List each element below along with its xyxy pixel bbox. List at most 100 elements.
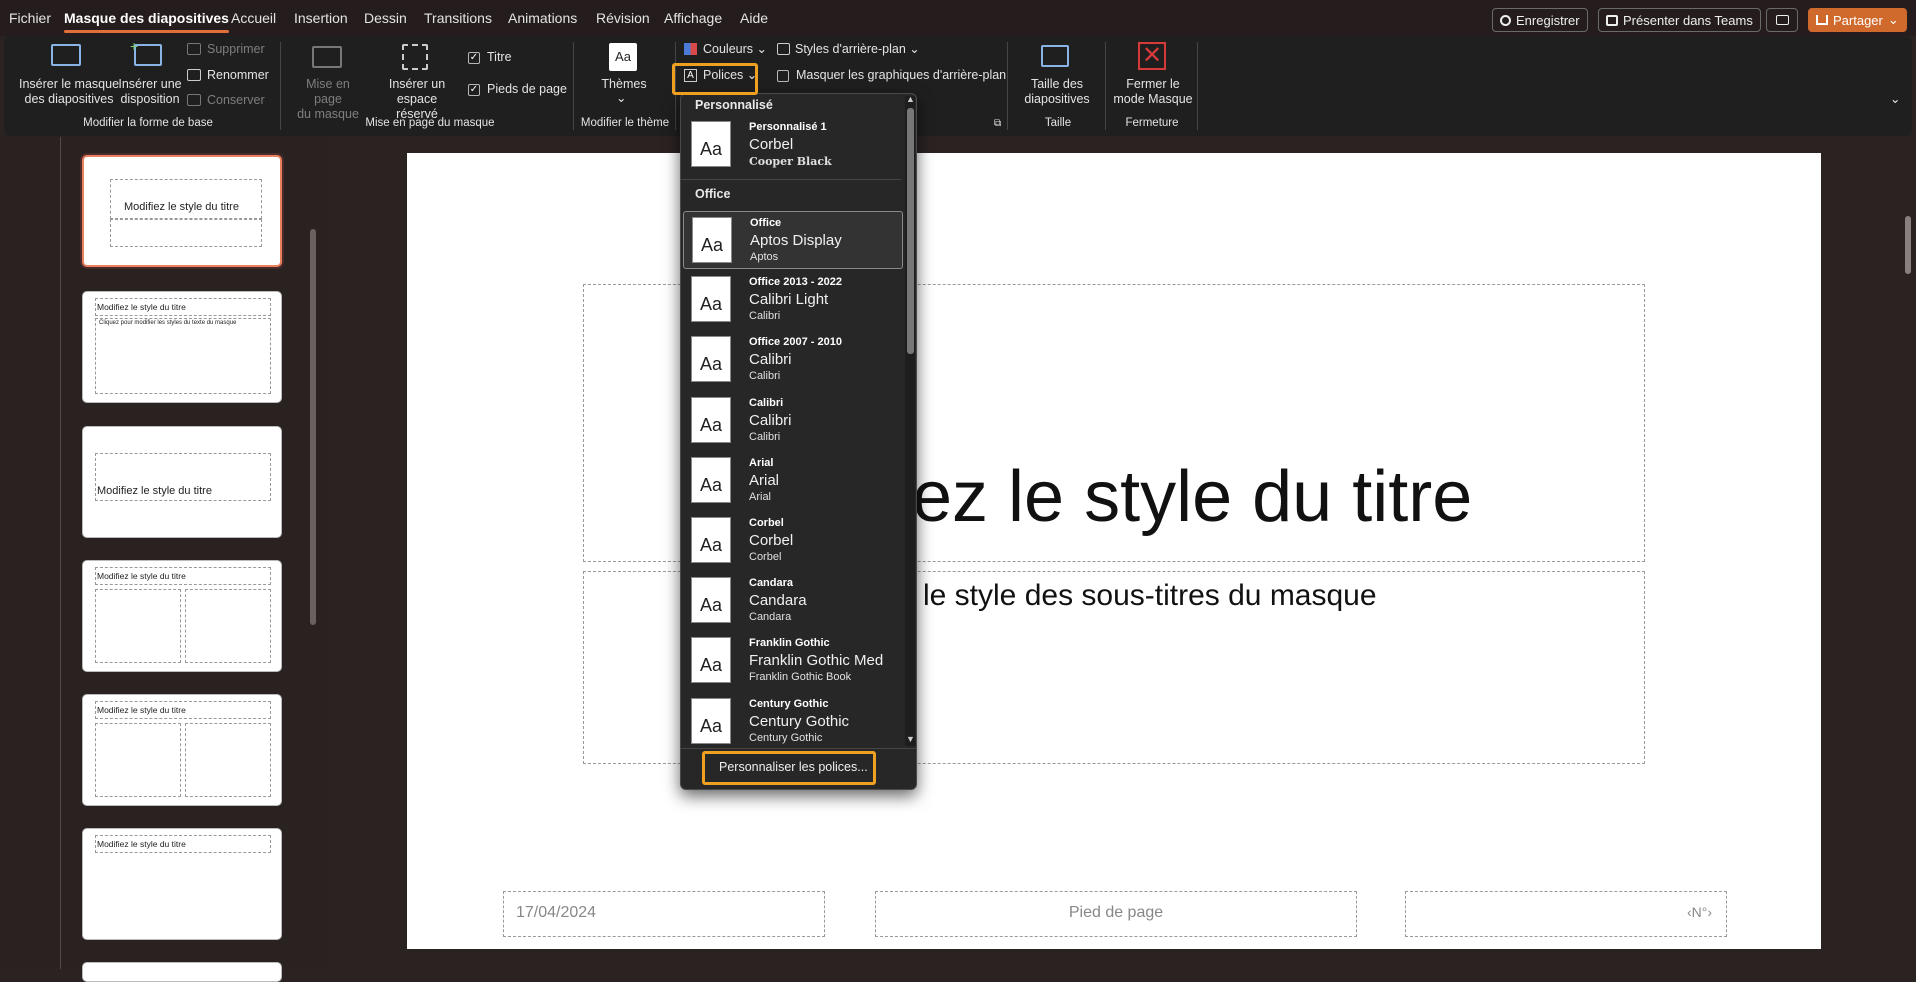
colors-label: Couleurs — [703, 42, 754, 56]
thumbnail-layout-3[interactable]: Modifiez le style du titre — [82, 426, 282, 538]
font-option-name: Calibri — [749, 396, 784, 409]
thumbnail-master[interactable]: Modifiez le style du titre — [82, 155, 282, 267]
group-label-close: Fermeture — [1125, 117, 1179, 129]
font-option-6[interactable]: Aa Candara Candara Candara — [683, 572, 903, 630]
menu-masque-des-diapositives[interactable]: Masque des diapositives — [64, 10, 229, 33]
font-swatch-label: Aa — [699, 474, 723, 495]
close-master-view-button[interactable]: Fermer le mode Masque — [1111, 77, 1195, 107]
comment-icon — [1775, 15, 1789, 25]
font-swatch-label: Aa — [699, 595, 723, 616]
record-button[interactable]: Enregistrer — [1492, 8, 1588, 32]
delete-button[interactable]: Supprimer — [207, 42, 265, 57]
insert-placeholder-button[interactable]: Insérer un espace réservé — [367, 77, 467, 122]
background-styles-button[interactable]: Styles d'arrière-plan ⌄ — [795, 42, 920, 57]
font-swatch-label: Aa — [700, 235, 724, 255]
font-swatch: Aa — [691, 276, 731, 323]
font-option-4[interactable]: Aa Arial Arial Arial — [683, 452, 903, 510]
thumbnail-layout-7[interactable] — [82, 962, 282, 982]
font-option-body: Candara — [749, 611, 792, 624]
footer-checkbox-label: Pieds de page — [487, 82, 567, 96]
menu-insertion[interactable]: Insertion — [294, 10, 348, 26]
font-option-body: Cooper Black — [749, 155, 832, 168]
insert-master-button[interactable]: Insérer le masque des diapositives — [16, 77, 122, 107]
comments-button[interactable] — [1766, 8, 1798, 32]
slide-number: ‹N°› — [1687, 904, 1713, 920]
teams-label: Présenter dans Teams — [1623, 12, 1753, 28]
font-option-8[interactable]: Aa Century Gothic Century Gothic Century Go… — [683, 693, 903, 751]
thumbnail-title: Modifiez le style du titre — [97, 705, 186, 715]
thumbnail-title: Modifiez le style du titre — [97, 302, 186, 312]
font-option-name: Corbel — [749, 517, 784, 529]
record-label: Enregistrer — [1516, 12, 1580, 28]
font-swatch-label: Aa — [699, 715, 723, 736]
font-option-custom-1[interactable]: Aa Personnalisé 1 Corbel Cooper Black — [683, 116, 903, 174]
scroll-up-icon[interactable]: ▲ — [906, 94, 915, 104]
office-fonts-header: Office — [695, 187, 731, 201]
thumbnail-body-placeholder — [185, 589, 271, 663]
preserve-button[interactable]: Conserver — [207, 93, 265, 108]
rename-button[interactable]: Renommer — [207, 68, 269, 83]
thumbnail-title: Modifiez le style du titre — [97, 839, 186, 849]
title-checkbox[interactable]: ✓ — [468, 52, 480, 64]
share-icon — [1816, 15, 1828, 25]
colors-button[interactable]: Couleurs ⌄ — [703, 42, 767, 57]
dialog-launcher-icon[interactable]: ⧉ — [994, 116, 1001, 131]
font-option-5[interactable]: Aa Corbel Corbel Corbel — [683, 512, 903, 570]
font-option-0[interactable]: Aa Office Aptos Display Aptos — [683, 211, 903, 269]
menu-affichage[interactable]: Affichage — [664, 10, 722, 26]
master-layout-icon — [312, 46, 342, 68]
menu-dessin[interactable]: Dessin — [364, 10, 407, 26]
thumbnail-layout-5[interactable]: Modifiez le style du titre — [82, 694, 282, 806]
font-option-name: Arial — [749, 456, 774, 469]
menu-aide[interactable]: Aide — [740, 10, 768, 26]
thumbnail-layout-2[interactable]: Modifiez le style du titre Cliquez pour … — [82, 291, 282, 403]
menu-revision[interactable]: Révision — [596, 10, 650, 26]
scroll-down-icon[interactable]: ▼ — [906, 734, 915, 744]
font-option-2[interactable]: Aa Office 2007 - 2010 Calibri Calibri — [683, 331, 903, 389]
insert-layout-icon: + — [130, 38, 162, 66]
themes-button[interactable]: Thèmes — [599, 77, 649, 92]
slide-scrollbar-thumb[interactable] — [1905, 216, 1911, 274]
group-label-master-layout: Mise en page du masque — [365, 117, 495, 129]
insert-layout-button[interactable]: Insérer une disposition — [118, 77, 182, 107]
ribbon: Insérer le masque des diapositives + Ins… — [4, 36, 1912, 136]
share-label: Partager — [1833, 12, 1883, 28]
collapse-ribbon-icon[interactable]: ⌄ — [1890, 92, 1900, 107]
slide-size-button[interactable]: Taille des diapositives — [1014, 77, 1100, 107]
menu-accueil[interactable]: Accueil — [231, 10, 276, 26]
master-layout-button[interactable]: Mise en page du masque — [292, 77, 364, 122]
font-option-body: Aptos — [750, 251, 779, 263]
menu-animations[interactable]: Animations — [508, 10, 577, 26]
thumbnail-title-placeholder — [110, 179, 262, 219]
slide-size-icon — [1041, 45, 1069, 67]
font-option-3[interactable]: Aa Calibri Calibri Calibri — [683, 392, 903, 450]
colors-icon — [684, 43, 697, 55]
thumbnail-subtitle-placeholder — [110, 219, 262, 247]
font-option-heading: Century Gothic — [749, 712, 850, 730]
font-swatch: Aa — [691, 697, 731, 744]
font-option-body: Calibri — [749, 310, 781, 323]
font-swatch-label: Aa — [699, 655, 723, 676]
menu-transitions[interactable]: Transitions — [424, 10, 492, 26]
font-option-heading: Arial — [749, 471, 780, 489]
slide-number-placeholder[interactable] — [1405, 891, 1727, 937]
teams-icon — [1606, 14, 1618, 26]
font-option-name: Office 2013 - 2022 — [749, 276, 842, 289]
font-option-body: Corbel — [749, 551, 782, 563]
font-option-1[interactable]: Aa Office 2013 - 2022 Calibri Light Calibri — [683, 271, 903, 329]
thumbnail-layout-6[interactable]: Modifiez le style du titre — [82, 828, 282, 940]
fonts-button-highlight — [672, 63, 758, 95]
share-button[interactable]: Partager ⌄ — [1808, 8, 1907, 32]
thumbnail-scrollbar-thumb[interactable] — [310, 229, 316, 625]
thumbnail-body-placeholder — [95, 589, 181, 663]
dropdown-scrollbar-thumb[interactable] — [907, 108, 914, 354]
record-icon — [1500, 14, 1511, 26]
font-option-heading: Calibri Light — [749, 291, 829, 309]
menu-fichier[interactable]: Fichier — [9, 10, 51, 26]
thumbnail-layout-4[interactable]: Modifiez le style du titre — [82, 560, 282, 672]
hide-background-checkbox[interactable] — [777, 70, 789, 82]
present-teams-button[interactable]: Présenter dans Teams — [1598, 8, 1761, 32]
close-icon: ✕ — [1138, 42, 1166, 70]
footer-checkbox[interactable]: ✓ — [468, 84, 480, 96]
font-option-7[interactable]: Aa Franklin Gothic Franklin Gothic Med Fran… — [683, 632, 903, 690]
